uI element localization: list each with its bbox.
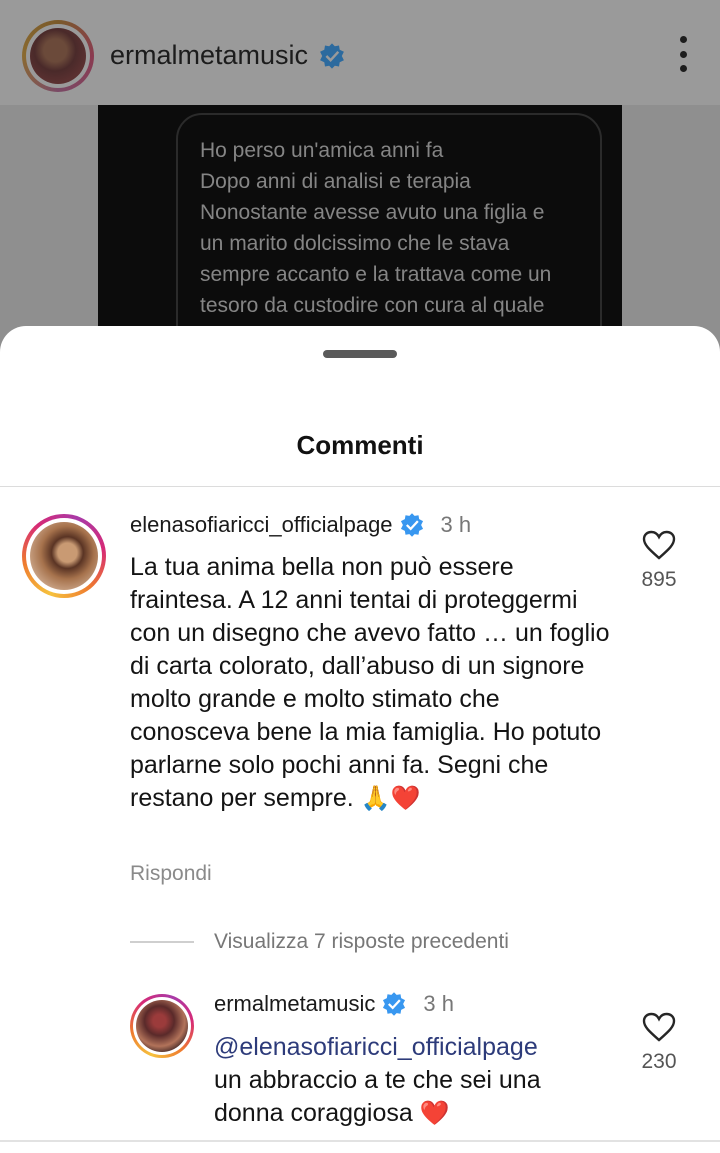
sheet-title: Commenti [296, 430, 424, 460]
post-avatar[interactable] [22, 20, 94, 92]
comments-sheet: Commenti elenasofiaricci_officialpage 3 … [0, 326, 720, 1153]
story-line: tesoro da custodire con cura al quale [200, 294, 545, 317]
reply-body: un abbraccio a te che sei una donna cora… [214, 1066, 541, 1127]
divider [0, 486, 720, 487]
view-replies-line [130, 941, 194, 943]
reply-mention[interactable]: @elenasofiaricci_officialpage [214, 1031, 614, 1064]
verified-badge-icon [320, 42, 344, 69]
reply-username[interactable]: ermalmetamusic [214, 991, 375, 1017]
post-header: ermalmetamusic [0, 0, 720, 105]
reply-button[interactable]: Rispondi [130, 862, 212, 886]
like-button[interactable]: 895 [629, 530, 689, 592]
post-username[interactable]: ermalmetamusic [110, 40, 308, 71]
reply-like-count: 230 [641, 1050, 677, 1073]
heart-outline-icon [642, 1012, 676, 1042]
post-username-row[interactable]: ermalmetamusic [110, 40, 346, 71]
story-line: Nonostante avesse avuto una figlia e [200, 201, 545, 224]
more-options-icon[interactable] [678, 36, 688, 72]
sheet-drag-handle[interactable] [323, 350, 397, 358]
comment-text: La tua anima bella non può essere fraint… [130, 551, 610, 815]
story-line: Dopo anni di analisi e terapia [200, 170, 471, 193]
view-previous-replies[interactable]: Visualizza 7 risposte precedenti [130, 930, 509, 954]
reply-avatar[interactable] [130, 994, 194, 1058]
comment-time: 3 h [440, 512, 472, 537]
comment-emojis: 🙏❤️ [360, 785, 421, 812]
post-image: Ho perso un'amica anni fa Dopo anni di a… [98, 105, 622, 335]
like-count: 895 [641, 568, 677, 591]
reply-time: 3 h [423, 991, 454, 1016]
story-line: un marito dolcissimo che le stava [200, 232, 510, 255]
comment-body: La tua anima bella non può essere fraint… [130, 553, 610, 812]
verified-badge-icon [383, 992, 406, 1016]
divider [0, 1140, 720, 1142]
story-line: sempre accanto e la trattava come un [200, 263, 552, 286]
verified-badge-icon [400, 513, 423, 537]
reply-emoji: ❤️ [419, 1100, 450, 1127]
heart-outline-icon [642, 530, 676, 560]
reply-text: @elenasofiaricci_officialpage un abbracc… [214, 1031, 614, 1130]
comment-avatar[interactable] [22, 514, 106, 598]
reply-like-button[interactable]: 230 [629, 1012, 689, 1074]
story-text-bubble: Ho perso un'amica anni fa Dopo anni di a… [176, 113, 602, 335]
comment-username[interactable]: elenasofiaricci_officialpage [130, 512, 393, 538]
story-line: Ho perso un'amica anni fa [200, 139, 444, 162]
reply-username-row: ermalmetamusic 3 h [214, 991, 454, 1017]
view-replies-label[interactable]: Visualizza 7 risposte precedenti [214, 930, 509, 954]
comment-username-row: elenasofiaricci_officialpage 3 h [130, 512, 471, 538]
